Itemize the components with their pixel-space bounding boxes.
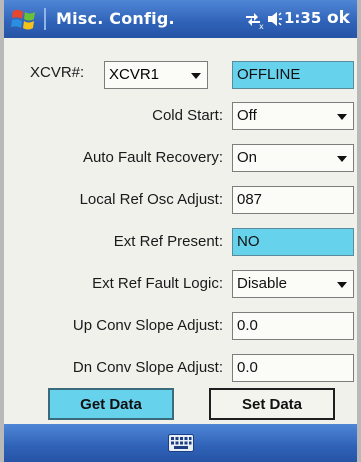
cold-start-select[interactable]: Off bbox=[232, 102, 354, 130]
ext-ref-present-value: NO bbox=[237, 233, 260, 250]
dn-conv-slope-adjust-value: 0.0 bbox=[237, 359, 258, 376]
xcvr-status-value: OFFLINE bbox=[237, 66, 301, 83]
config-form: XCVR#: XCVR1 OFFLINE Cold Start: Off Aut… bbox=[4, 38, 357, 424]
app-title: Misc. Config. bbox=[56, 9, 175, 28]
cold-start-value: Off bbox=[237, 107, 257, 124]
ext-ref-present-label: Ext Ref Present: bbox=[113, 233, 223, 250]
volume-icon[interactable] bbox=[268, 12, 282, 26]
title-bar: Misc. Config. x 1:35 ok bbox=[4, 0, 357, 38]
ext-ref-present-field: NO bbox=[232, 228, 354, 256]
local-ref-osc-adjust-input[interactable]: 087 bbox=[232, 186, 354, 214]
chevron-down-icon[interactable] bbox=[337, 156, 347, 162]
ext-ref-fault-logic-select[interactable]: Disable bbox=[232, 270, 354, 298]
up-conv-slope-adjust-value: 0.0 bbox=[237, 317, 258, 334]
auto-fault-recovery-label: Auto Fault Recovery: bbox=[82, 149, 223, 166]
taskbar bbox=[4, 424, 357, 462]
chevron-down-icon[interactable] bbox=[191, 73, 201, 79]
ok-button[interactable]: ok bbox=[327, 8, 350, 28]
xcvr-status-field: OFFLINE bbox=[232, 61, 354, 89]
auto-fault-recovery-value: On bbox=[237, 149, 258, 166]
set-data-button[interactable]: Set Data bbox=[209, 388, 335, 420]
dn-conv-slope-adjust-input[interactable]: 0.0 bbox=[232, 354, 354, 382]
dn-conv-slope-adjust-label: Dn Conv Slope Adjust: bbox=[72, 359, 223, 376]
xcvr-label: XCVR#: bbox=[30, 64, 85, 81]
xcvr-select[interactable]: XCVR1 bbox=[104, 61, 208, 89]
cold-start-label: Cold Start: bbox=[152, 107, 223, 124]
title-separator bbox=[44, 8, 46, 30]
clock[interactable]: 1:35 bbox=[284, 9, 321, 27]
chevron-down-icon[interactable] bbox=[337, 282, 347, 288]
up-conv-slope-adjust-label: Up Conv Slope Adjust: bbox=[72, 317, 223, 334]
ext-ref-fault-logic-label: Ext Ref Fault Logic: bbox=[92, 275, 223, 292]
keyboard-icon[interactable] bbox=[168, 434, 194, 452]
device-screen: Misc. Config. x 1:35 ok XCVR#: XCVR1 OFF… bbox=[4, 0, 357, 462]
local-ref-osc-adjust-value: 087 bbox=[237, 191, 263, 208]
svg-text:x: x bbox=[259, 22, 264, 31]
chevron-down-icon[interactable] bbox=[337, 114, 347, 120]
ext-ref-fault-logic-value: Disable bbox=[237, 275, 288, 292]
windows-flag-icon[interactable] bbox=[10, 5, 38, 33]
local-ref-osc-adjust-label: Local Ref Osc Adjust: bbox=[79, 191, 223, 208]
get-data-button[interactable]: Get Data bbox=[48, 388, 174, 420]
xcvr-select-value: XCVR1 bbox=[109, 66, 160, 83]
connectivity-icon[interactable]: x bbox=[246, 13, 264, 31]
auto-fault-recovery-select[interactable]: On bbox=[232, 144, 354, 172]
up-conv-slope-adjust-input[interactable]: 0.0 bbox=[232, 312, 354, 340]
